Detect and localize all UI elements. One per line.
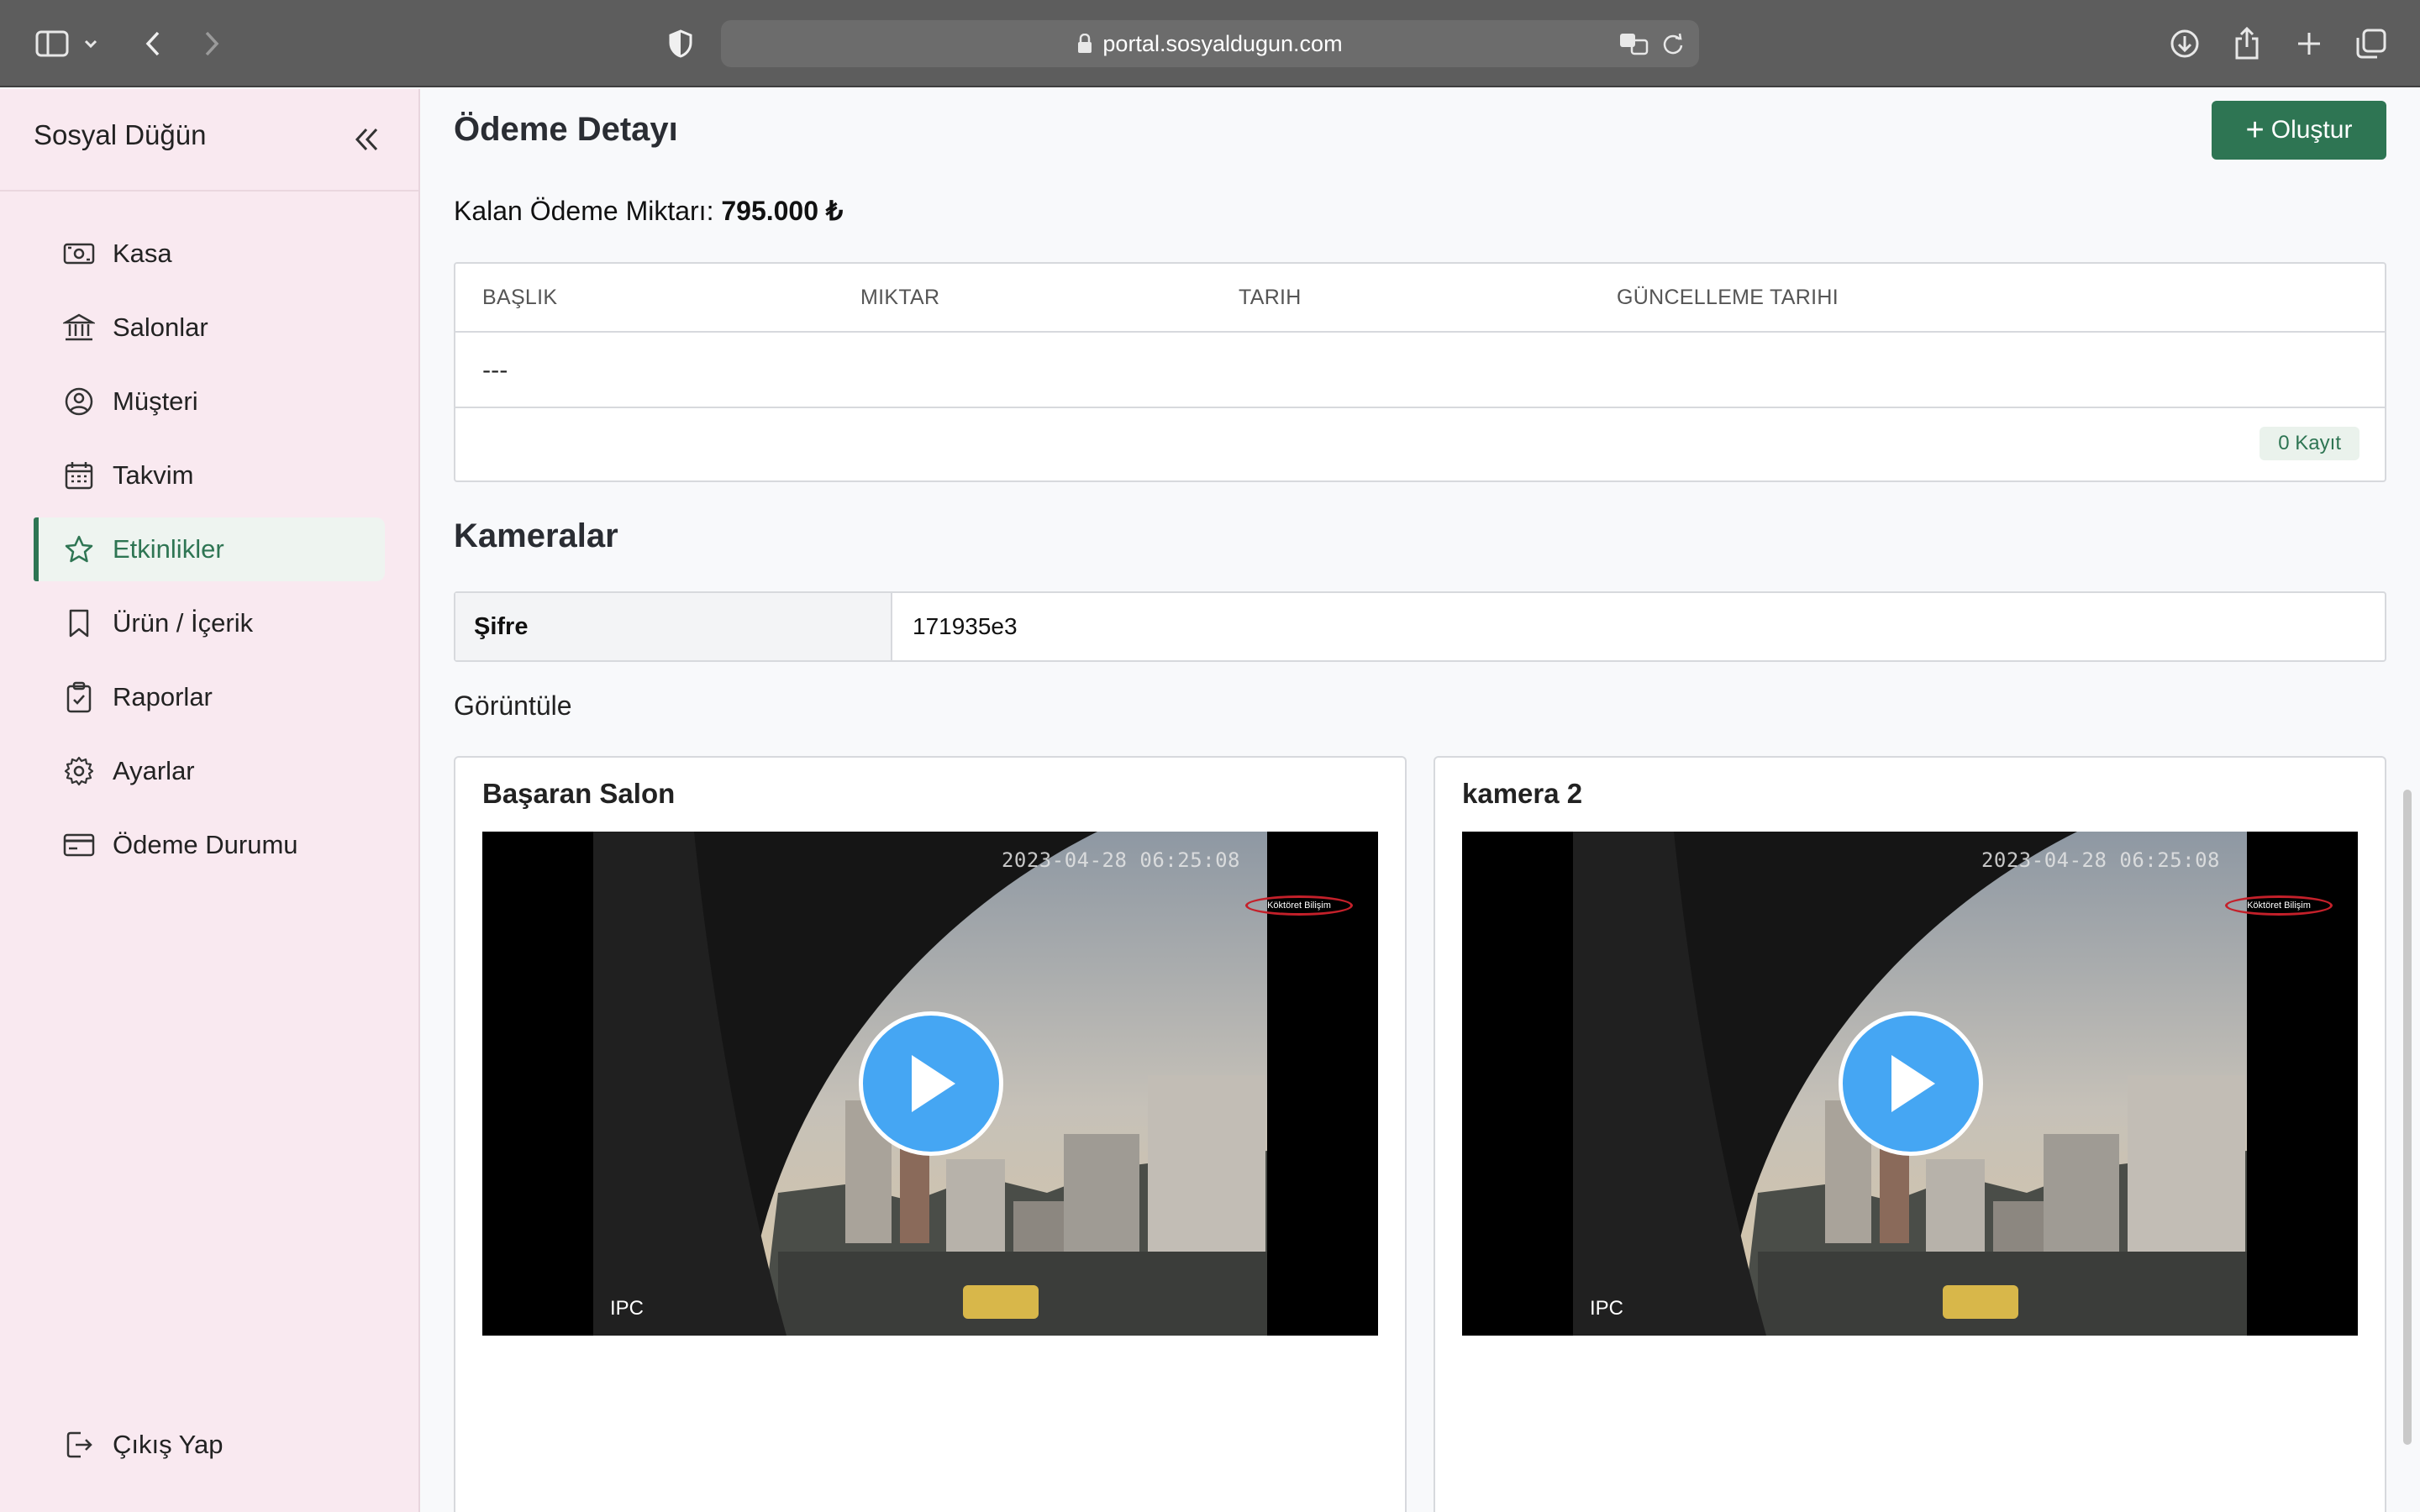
camera-overlay-label: IPC xyxy=(1590,1297,1624,1320)
bank-icon xyxy=(62,311,96,344)
sidebar-item-label: Etkinlikler xyxy=(113,534,224,564)
url-text: portal.sosyaldugun.com xyxy=(1102,30,1343,56)
brand-title: Sosyal Düğün xyxy=(34,119,207,150)
gear-icon xyxy=(62,754,96,788)
clipboard-check-icon xyxy=(62,680,96,714)
reload-icon[interactable] xyxy=(1662,32,1684,55)
sidebar-divider xyxy=(0,190,418,192)
sidebar-item-label: Müşteri xyxy=(113,386,198,416)
create-button-label: Oluştur xyxy=(2270,116,2353,144)
column-header-date[interactable]: TARIH xyxy=(1239,286,1617,310)
play-icon xyxy=(912,1055,955,1112)
camera-video-player[interactable]: 2023-04-28 06:25:08 Köktöret Bilişim IPC xyxy=(482,832,1378,1336)
shield-icon[interactable] xyxy=(657,20,704,67)
chevron-down-icon[interactable] xyxy=(74,20,108,67)
sidebar-toggle-icon[interactable] xyxy=(29,20,76,67)
cash-icon xyxy=(62,237,96,270)
lock-icon xyxy=(1077,34,1092,54)
password-value: 171935e3 xyxy=(913,613,1018,639)
camera-card: kamera 2 2023-04-28 06:25:08 Köktöret Bi… xyxy=(1434,756,2386,1512)
sidebar-item-kasa[interactable]: Kasa xyxy=(34,222,385,286)
record-count-badge: 0 Kayıt xyxy=(2260,427,2360,460)
column-header-title[interactable]: BAŞLIK xyxy=(482,286,860,310)
page-scrollbar[interactable] xyxy=(2403,790,2412,1445)
table-header: BAŞLIK MIKTAR TARIH GÜNCELLEME TARIHI xyxy=(455,264,2385,333)
remaining-payment: Kalan Ödeme Miktarı: 795.000 ₺ xyxy=(454,195,843,227)
page-title: Ödeme Detayı xyxy=(454,111,678,148)
sidebar-item-urun-icerik[interactable]: Ürün / İçerik xyxy=(34,591,385,655)
camera-watermark-logo: Köktöret Bilişim xyxy=(1245,895,1353,916)
new-tab-icon[interactable] xyxy=(2286,20,2333,67)
remaining-value: 795.000 ₺ xyxy=(721,196,844,226)
create-button[interactable]: + Oluştur xyxy=(2212,101,2386,160)
sidebar-item-etkinlikler[interactable]: Etkinlikler xyxy=(34,517,385,581)
play-button[interactable] xyxy=(1839,1011,1983,1156)
back-icon[interactable] xyxy=(129,20,176,67)
sidebar: Sosyal Düğün Kasa Salonlar Müşteri Takvi… xyxy=(0,89,420,1512)
logout-icon xyxy=(62,1428,96,1462)
star-icon xyxy=(62,533,96,566)
column-header-amount[interactable]: MIKTAR xyxy=(860,286,1239,310)
table-row: --- xyxy=(455,333,2385,408)
bookmark-icon xyxy=(62,606,96,640)
download-icon[interactable] xyxy=(2161,20,2208,67)
camera-video-player[interactable]: 2023-04-28 06:25:08 Köktöret Bilişim IPC xyxy=(1462,832,2358,1336)
password-label: Şifre xyxy=(455,593,892,660)
plus-icon: + xyxy=(2245,113,2265,148)
camera-watermark-logo: Köktöret Bilişim xyxy=(2225,895,2333,916)
main-content: Ödeme Detayı + Oluştur Kalan Ödeme Mikta… xyxy=(454,89,2386,1512)
sidebar-item-label: Ayarlar xyxy=(113,756,195,785)
table-footer: 0 Kayıt xyxy=(455,408,2385,480)
sidebar-item-odeme-durumu[interactable]: Ödeme Durumu xyxy=(34,813,385,877)
sidebar-item-label: Kasa xyxy=(113,239,172,268)
camera-title: Başaran Salon xyxy=(482,778,676,809)
sidebar-item-musteri[interactable]: Müşteri xyxy=(34,370,385,433)
sidebar-item-label: Takvim xyxy=(113,460,194,490)
play-button[interactable] xyxy=(859,1011,1003,1156)
share-icon[interactable] xyxy=(2223,20,2270,67)
translate-icon[interactable] xyxy=(1618,32,1650,55)
sidebar-item-label: Salonlar xyxy=(113,312,208,342)
browser-toolbar: portal.sosyaldugun.com xyxy=(0,0,2420,87)
sidebar-item-raporlar[interactable]: Raporlar xyxy=(34,665,385,729)
cameras-section-title: Kameralar xyxy=(454,517,618,554)
tabs-overview-icon[interactable] xyxy=(2348,20,2395,67)
user-circle-icon xyxy=(62,385,96,418)
collapse-sidebar-icon[interactable] xyxy=(346,119,387,160)
sidebar-item-label: Ödeme Durumu xyxy=(113,830,298,859)
logout-label: Çıkış Yap xyxy=(113,1430,224,1459)
camera-card: Başaran Salon 2023-04-28 06:25:08 Köktör… xyxy=(454,756,1407,1512)
column-header-updated-date[interactable]: GÜNCELLEME TARIHI xyxy=(1617,286,1995,310)
calendar-icon xyxy=(62,459,96,492)
sidebar-item-takvim[interactable]: Takvim xyxy=(34,444,385,507)
play-icon xyxy=(1891,1055,1935,1112)
sidebar-item-label: Ürün / İçerik xyxy=(113,608,254,638)
table-cell: --- xyxy=(482,355,508,384)
sidebar-item-salonlar[interactable]: Salonlar xyxy=(34,296,385,360)
sidebar-item-ayarlar[interactable]: Ayarlar xyxy=(34,739,385,803)
sidebar-item-label: Raporlar xyxy=(113,682,213,711)
address-bar[interactable]: portal.sosyaldugun.com xyxy=(721,20,1699,67)
camera-title: kamera 2 xyxy=(1462,778,1583,809)
payments-table: BAŞLIK MIKTAR TARIH GÜNCELLEME TARIHI --… xyxy=(454,262,2386,482)
view-label: Görüntüle xyxy=(454,690,572,721)
camera-overlay-label: IPC xyxy=(610,1297,644,1320)
password-table: Şifre 171935e3 xyxy=(454,591,2386,662)
logout-button[interactable]: Çıkış Yap xyxy=(34,1413,385,1477)
forward-icon[interactable] xyxy=(188,20,235,67)
camera-timestamp: 2023-04-28 06:25:08 xyxy=(1981,848,2220,872)
camera-timestamp: 2023-04-28 06:25:08 xyxy=(1001,848,1240,872)
remaining-label: Kalan Ödeme Miktarı: xyxy=(454,196,714,226)
credit-card-icon xyxy=(62,828,96,862)
sidebar-nav: Kasa Salonlar Müşteri Takvim Etkinlikler xyxy=(34,222,385,887)
